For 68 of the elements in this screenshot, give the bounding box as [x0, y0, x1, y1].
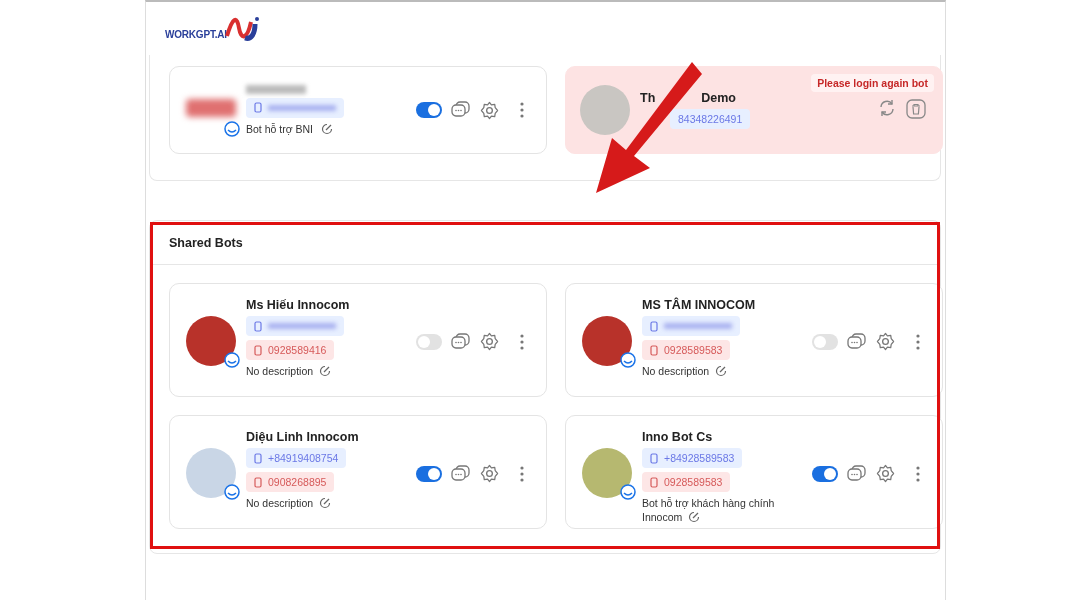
bot-description: No description — [642, 364, 728, 378]
chat-badge-icon — [224, 484, 240, 500]
toggle-switch[interactable] — [416, 465, 442, 482]
avatar-photo-placeholder — [582, 448, 632, 498]
chat-icon[interactable] — [451, 332, 471, 351]
phone-icon — [650, 320, 658, 332]
refresh-icon[interactable] — [878, 99, 896, 117]
edit-icon[interactable] — [319, 365, 332, 377]
phone-chip: 0928589416 — [246, 340, 335, 360]
toggle-switch[interactable] — [812, 465, 838, 482]
chat-icon[interactable] — [847, 332, 867, 351]
phone-icon — [254, 476, 262, 488]
more-options-icon[interactable] — [520, 102, 524, 118]
bot-description: No description — [246, 364, 332, 378]
settings-icon[interactable] — [480, 100, 499, 120]
avatar-photo-placeholder — [186, 448, 236, 498]
phone-icon — [254, 102, 262, 113]
phone-chip: 0928589583 — [642, 340, 731, 360]
bot-name: Inno Bot Cs — [642, 430, 713, 444]
toggle-switch[interactable] — [812, 333, 838, 350]
toggle-switch[interactable] — [416, 333, 442, 350]
chat-icon[interactable] — [451, 464, 471, 483]
phone-chip: +84928589583 — [642, 448, 743, 468]
more-options-icon[interactable] — [520, 465, 524, 482]
chat-badge-icon — [224, 352, 240, 368]
bot-description: No description — [246, 496, 332, 510]
delete-icon[interactable] — [906, 99, 926, 119]
settings-icon[interactable] — [480, 464, 499, 483]
avatar-photo-placeholder — [580, 85, 630, 135]
phone-chip: 84348226491 — [670, 109, 751, 129]
phone-icon — [254, 452, 262, 464]
blurred-logo — [186, 99, 236, 117]
bot-name: Diệu Linh Innocom — [246, 430, 359, 444]
edit-icon[interactable] — [319, 497, 332, 509]
chat-badge-icon — [620, 352, 636, 368]
settings-icon[interactable] — [876, 464, 895, 483]
bot-name: MS TÂM INNOCOM — [642, 298, 756, 312]
chat-badge-icon — [620, 484, 636, 500]
phone-chip: +84919408754 — [246, 448, 347, 468]
toggle-switch[interactable] — [416, 102, 442, 118]
phone-chip: 0908268895 — [246, 472, 335, 492]
avatar-photo-placeholder — [582, 316, 632, 366]
phone-icon — [650, 476, 658, 488]
settings-icon[interactable] — [480, 332, 499, 351]
phone-icon — [254, 344, 262, 356]
more-options-icon[interactable] — [916, 333, 920, 350]
logo-text: WORKGPT.AI — [165, 28, 227, 40]
phone-icon — [650, 452, 658, 464]
bot-description: Bot hỗ trợ BNI — [246, 121, 313, 136]
bot-description: Bot hỗ trợ khách hàng chính Innocom — [642, 496, 776, 524]
chat-icon[interactable] — [847, 464, 867, 483]
settings-icon[interactable] — [876, 332, 895, 351]
phone-chip: 0928589583 — [642, 472, 731, 492]
phone-icon — [650, 344, 658, 356]
edit-icon[interactable] — [321, 122, 333, 135]
section-title: Shared Bots — [169, 235, 243, 250]
more-options-icon[interactable] — [520, 333, 524, 350]
avatar-photo-placeholder — [186, 316, 236, 366]
edit-icon[interactable] — [715, 365, 728, 377]
bot-name: Ms Hiếu Innocom — [246, 298, 350, 312]
chat-icon[interactable] — [451, 101, 471, 119]
edit-icon[interactable] — [688, 511, 701, 523]
bot-name: Demo — [701, 91, 736, 105]
phone-icon — [254, 320, 262, 332]
login-alert: Please login again bot — [811, 74, 934, 92]
more-options-icon[interactable] — [916, 465, 920, 482]
bot-name: Th — [640, 91, 656, 105]
chat-badge-icon — [224, 121, 240, 137]
